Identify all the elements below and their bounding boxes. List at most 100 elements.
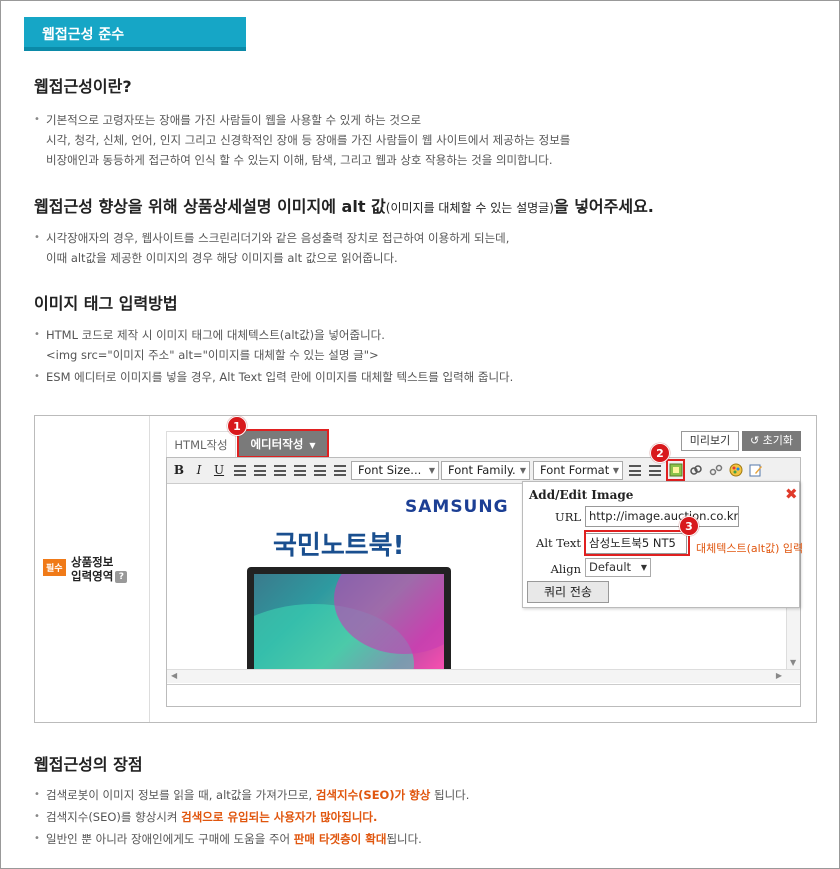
link-icon[interactable]	[689, 463, 703, 478]
section3-bullet-1: • HTML 코드로 제작 시 이미지 태그에 대체텍스트(alt값)을 넣어줍…	[34, 325, 385, 365]
bullet-dot: •	[34, 329, 40, 340]
highlight-outline-alt-text	[584, 530, 690, 556]
section2-title-end: 을 넣어주세요.	[553, 197, 654, 216]
alt-text-label: Alt Text	[536, 536, 581, 550]
text: 일반인 뿐 아니라 장애인에게도 구매에 도움을 주어	[46, 832, 294, 846]
align-label: Align	[550, 562, 581, 576]
text: 됩니다.	[430, 788, 470, 802]
dropdown-arrow-icon: ▼	[519, 466, 526, 475]
section4-bullet-2: • 검색지수(SEO)를 향상시켜 검색으로 유입되는 사용자가 많아집니다.	[34, 807, 377, 827]
dropdown-arrow-icon: ▼	[612, 466, 619, 475]
field-label-line-1: 상품정보	[71, 555, 114, 569]
section1-line-3: 비장애인과 동등하게 접근하여 인식 할 수 있는지 이해, 탐색, 그리고 웹…	[46, 153, 553, 167]
indent-icon[interactable]	[649, 465, 661, 476]
highlight-text: 검색지수(SEO)가 향상	[315, 788, 431, 802]
laptop-screen	[254, 574, 444, 669]
color-palette-icon[interactable]	[729, 463, 743, 478]
text: 검색지수(SEO)를 향상시켜	[46, 810, 182, 824]
italic-button[interactable]: I	[192, 463, 206, 478]
submit-button[interactable]: 쿼리 전송	[527, 581, 609, 603]
section3-bullet-2: • ESM 에디터로 이미지를 넣을 경우, Alt Text 입력 란에 이미…	[34, 367, 513, 387]
align-right-icon[interactable]	[274, 465, 286, 476]
bold-button[interactable]: B	[172, 463, 186, 478]
samsung-logo: SAMSUNG	[405, 497, 509, 517]
font-size-select[interactable]: Font Size... ▼	[351, 461, 439, 480]
bullet-dot: •	[34, 232, 40, 243]
section3-line-1: HTML 코드로 제작 시 이미지 태그에 대체텍스트(alt값)을 넣어줍니다…	[46, 328, 385, 342]
reset-icon: ↺	[749, 434, 760, 447]
section2-text: • 시각장애자의 경우, 웹사이트를 스크린리더기와 같은 음성출력 장치로 접…	[34, 228, 509, 268]
dropdown-arrow-icon: ▼	[640, 563, 647, 572]
section4-title: 웹접근성의 장점	[34, 755, 143, 774]
url-input[interactable]: http://image.auction.co.kr	[585, 506, 739, 527]
tab-html[interactable]: HTML작성	[166, 431, 236, 457]
align-value: Default	[589, 560, 632, 574]
content-headline: 국민노트북!	[273, 531, 405, 561]
help-icon[interactable]: ?	[115, 570, 128, 583]
section2-line-2: 이때 alt값을 제공한 이미지의 경우 해당 이미지를 alt 값으로 읽어줍…	[46, 251, 398, 265]
scroll-down-icon[interactable]: ▼	[790, 658, 796, 667]
laptop-image	[247, 567, 451, 669]
ordered-list-icon[interactable]	[314, 465, 326, 476]
scroll-left-icon[interactable]: ◀	[171, 671, 177, 680]
section1-title: 웹접근성이란?	[34, 77, 132, 96]
align-select[interactable]: Default ▼	[585, 558, 651, 577]
scroll-right-icon[interactable]: ▶	[776, 671, 782, 680]
outdent-icon[interactable]	[629, 465, 641, 476]
bullet-dot: •	[34, 789, 40, 800]
section1-text: • 기본적으로 고령자또는 장애를 가진 사람들이 웹을 사용할 수 있게 하는…	[34, 110, 570, 170]
bullet-dot: •	[34, 833, 40, 844]
banner-title: 웹접근성 준수	[42, 27, 125, 43]
field-label-line-2: 입력영역?	[71, 569, 128, 583]
font-size-value: Font Size...	[358, 463, 422, 477]
section2-title: 웹접근성 향상을 위해 상품상세설명 이미지에 alt 값(이미지를 대체할 수…	[34, 193, 654, 217]
step-badge-3: 3	[679, 516, 699, 536]
section2-title-main: 웹접근성 향상을 위해 상품상세설명 이미지에 alt 값	[34, 197, 386, 216]
section4-line-2: 검색지수(SEO)를 향상시켜 검색으로 유입되는 사용자가 많아집니다.	[34, 807, 377, 827]
step-badge-2: 2	[650, 443, 670, 463]
section2-title-small: (이미지를 대체할 수 있는 설명글)	[385, 201, 554, 215]
required-badge: 필수	[43, 559, 66, 576]
reset-label: 초기화	[762, 434, 794, 447]
url-label: URL	[555, 510, 581, 524]
highlight-outline-image-button	[666, 459, 685, 481]
align-justify-icon[interactable]	[294, 465, 306, 476]
highlight-text: 판매 타겟층이 확대	[293, 832, 387, 846]
text: 됩니다.	[386, 832, 422, 846]
field-label-text: 입력영역	[71, 569, 114, 583]
section4-bullet-3: • 일반인 뿐 아니라 장애인에게도 구매에 도움을 주어 판매 타겟층이 확대…	[34, 829, 422, 849]
align-center-icon[interactable]	[254, 465, 266, 476]
section2-line-1: 시각장애자의 경우, 웹사이트를 스크린리더기와 같은 음성출력 장치로 접근하…	[46, 231, 510, 245]
text: 검색로봇이 이미지 정보를 읽을 때, alt값을 가져가므로,	[46, 788, 316, 802]
section1-line-2: 시각, 청각, 신체, 언어, 인지 그리고 신경학적인 장애 등 장애를 가진…	[46, 133, 571, 147]
font-format-value: Font Format	[540, 463, 610, 477]
section3-title: 이미지 태그 입력방법	[34, 294, 178, 313]
editor-status-bar	[167, 684, 800, 706]
edit-html-icon[interactable]	[749, 463, 763, 478]
section1-line-1: 기본적으로 고령자또는 장애를 가진 사람들이 웹을 사용할 수 있게 하는 것…	[46, 113, 422, 127]
close-icon[interactable]: ✖	[785, 485, 798, 503]
align-left-icon[interactable]	[234, 465, 246, 476]
dropdown-arrow-icon: ▼	[428, 466, 435, 475]
section3-line-2: ESM 에디터로 이미지를 넣을 경우, Alt Text 입력 란에 이미지를…	[46, 370, 514, 384]
section4-line-1: 검색로봇이 이미지 정보를 읽을 때, alt값을 가져가므로, 검색지수(SE…	[34, 785, 469, 805]
section3-code: <img src="이미지 주소" alt="이미지를 대체할 수 있는 설명 …	[46, 348, 379, 362]
field-label: 상품정보 입력영역?	[71, 555, 128, 583]
font-family-select[interactable]: Font Family. ▼	[441, 461, 530, 480]
reset-button[interactable]: ↺ 초기화	[742, 431, 801, 451]
unordered-list-icon[interactable]	[334, 465, 346, 476]
section4-line-3: 일반인 뿐 아니라 장애인에게도 구매에 도움을 주어 판매 타겟층이 확대됩니…	[34, 829, 422, 849]
highlight-text: 검색으로 유입되는 사용자가 많아집니다.	[181, 810, 378, 824]
unlink-icon[interactable]	[709, 463, 723, 478]
font-format-select[interactable]: Font Format ▼	[533, 461, 623, 480]
underline-button[interactable]: U	[212, 463, 226, 478]
horizontal-scrollbar[interactable]: ◀ ▶	[167, 669, 800, 683]
bullet-dot: •	[34, 811, 40, 822]
section-banner: 웹접근성 준수	[24, 17, 246, 51]
alt-text-annotation: 대체텍스트(alt값) 입력	[696, 542, 804, 555]
section4-bullet-1: • 검색로봇이 이미지 정보를 읽을 때, alt값을 가져가므로, 검색지수(…	[34, 785, 469, 805]
highlight-outline-editor-tab	[237, 429, 329, 458]
preview-button[interactable]: 미리보기	[681, 431, 739, 451]
step-badge-1: 1	[227, 416, 247, 436]
dialog-title: Add/Edit Image	[529, 488, 634, 502]
